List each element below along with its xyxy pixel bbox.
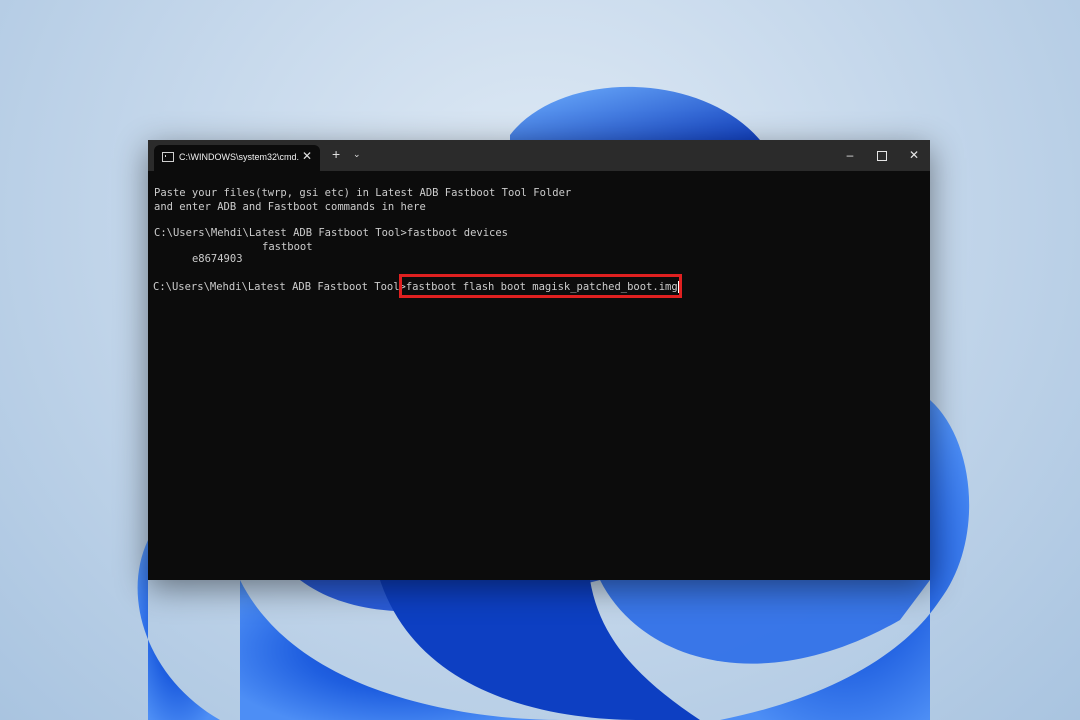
- console-line: C:\Users\Mehdi\Latest ADB Fastboot Tool>…: [154, 227, 509, 239]
- device-status: fastboot: [262, 241, 313, 253]
- chevron-down-icon[interactable]: ⌄: [353, 148, 361, 160]
- device-id: e8674903: [191, 253, 243, 265]
- new-tab-button[interactable]: +: [332, 146, 340, 162]
- highlight-annotation: [399, 274, 682, 298]
- close-tab-icon[interactable]: ✕: [302, 149, 312, 163]
- close-window-button[interactable]: ✕: [898, 140, 930, 171]
- tab-cmd[interactable]: C:\WINDOWS\system32\cmd. ✕: [154, 145, 320, 171]
- terminal-icon: [162, 152, 174, 162]
- minimize-button[interactable]: –: [834, 140, 866, 171]
- title-bar[interactable]: C:\WINDOWS\system32\cmd. ✕ + ⌄ – ✕: [148, 140, 930, 171]
- maximize-button[interactable]: [866, 140, 898, 171]
- console-line: Paste your files(twrp, gsi etc) in Lates…: [154, 187, 572, 199]
- tab-title: C:\WINDOWS\system32\cmd.: [179, 152, 299, 162]
- console-line: and enter ADB and Fastboot commands in h…: [154, 201, 426, 213]
- terminal-window: C:\WINDOWS\system32\cmd. ✕ + ⌄ – ✕ Paste…: [148, 140, 930, 580]
- maximize-icon: [877, 150, 887, 161]
- console-output[interactable]: Paste your files(twrp, gsi etc) in Lates…: [148, 171, 930, 580]
